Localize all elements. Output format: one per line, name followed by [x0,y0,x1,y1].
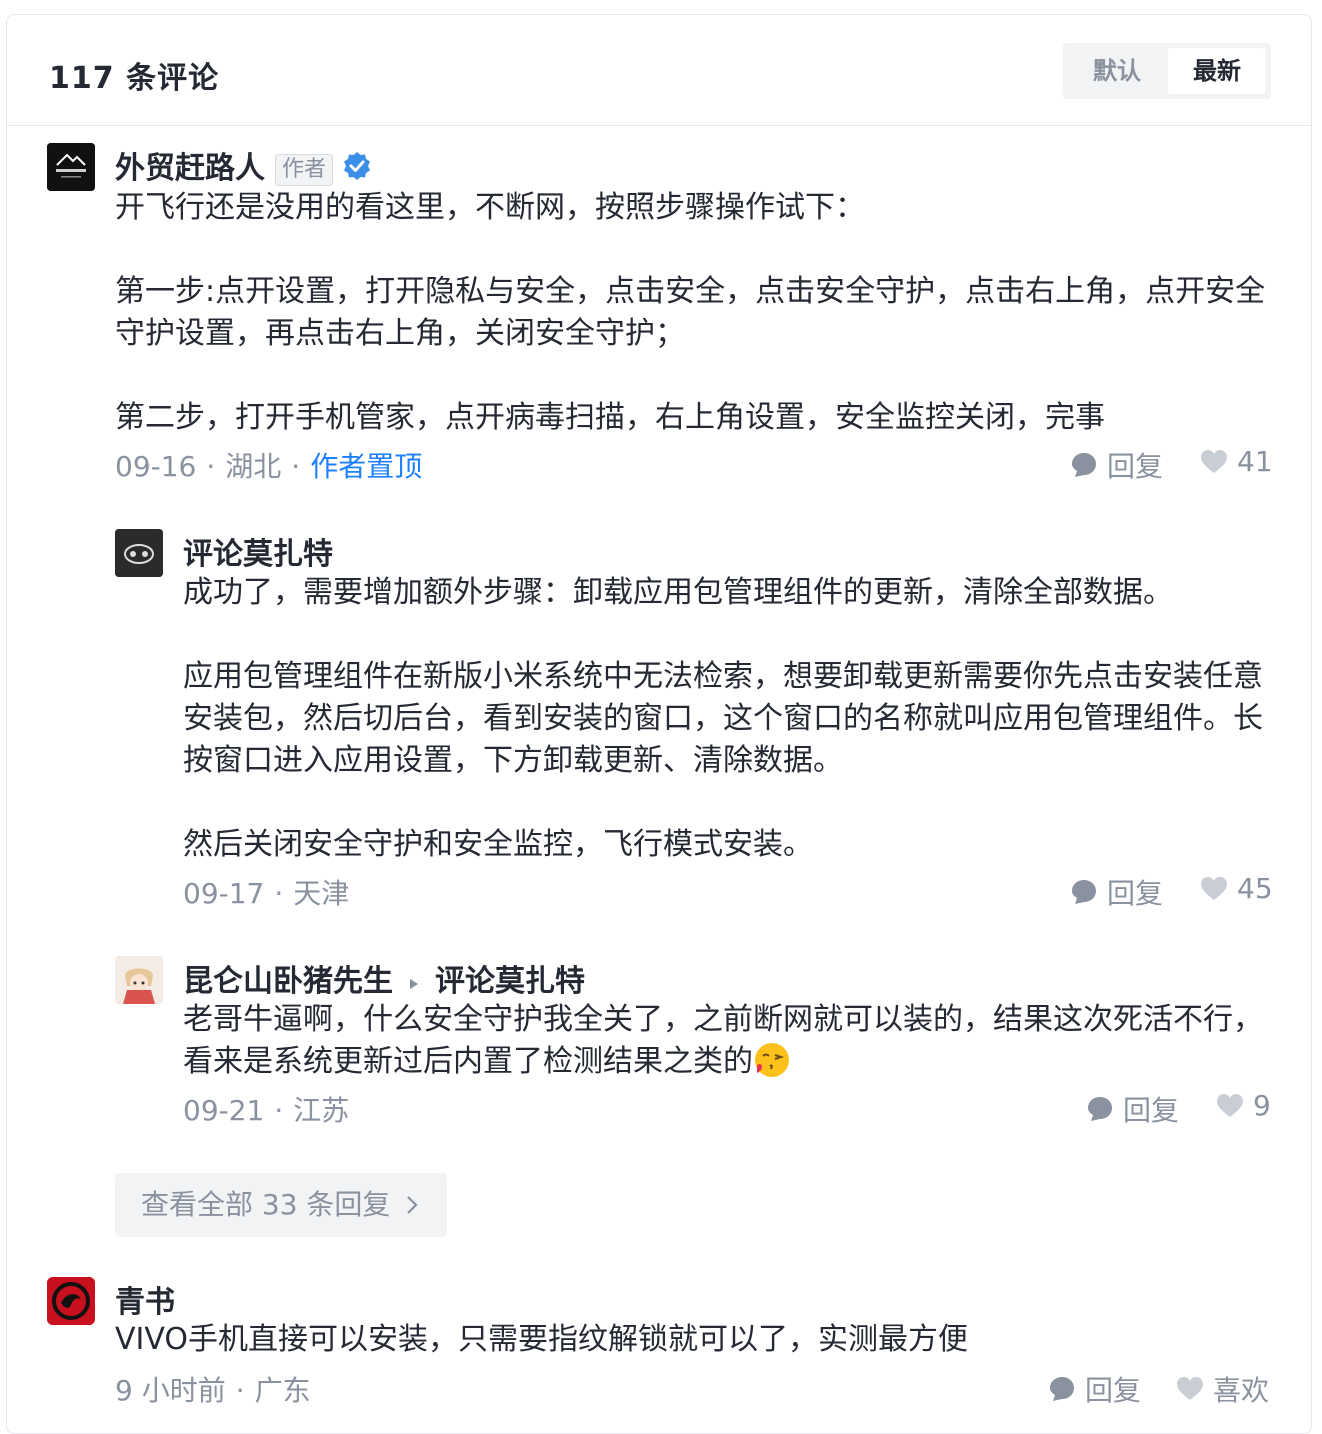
like-count: 9 [1253,1089,1271,1122]
comment-date: 9 小时前 [115,1374,226,1407]
separator-dot: · [274,877,284,910]
comment-date: 09-17 [183,877,265,910]
avatar[interactable] [115,529,163,577]
comment-content: 老哥牛逼啊，什么安全守护我全关了，之前断网就可以装的，结果这次死活不行，看来是系… [183,999,1275,1083]
reply-bubble-icon [1050,1377,1074,1401]
separator-dot: · [274,1094,284,1127]
comment-author-name[interactable]: 青书 [115,1277,175,1321]
comment-content: 开飞行还是没用的看这里，不断网，按照步骤操作试下： 第一步:点开设置，打开隐私与… [115,190,1266,435]
like-button[interactable]: 9 [1215,1089,1271,1122]
comment-author-name[interactable]: 评论莫扎特 [183,529,333,573]
dragon-emblem-icon [47,1277,95,1325]
comment-content: 成功了，需要增加额外步骤：卸载应用包管理组件的更新，清除全部数据。 应用包管理组… [183,575,1263,862]
view-all-label: 查看全部 33 条回复 [141,1188,391,1221]
comment-meta: 09-21 · 江苏 [183,1089,349,1129]
verified-icon [341,150,373,190]
comment-location: 江苏 [293,1094,350,1127]
separator-dot: · [291,450,301,483]
anime-avatar-icon [115,956,163,1004]
comment-date: 09-21 [183,1094,265,1127]
comment-meta: 09-17 · 天津 [183,872,349,912]
reply-label: 回复 [1085,1374,1142,1407]
like-count: 41 [1237,445,1273,478]
heart-icon [1217,1093,1243,1117]
reply-button[interactable]: 回复 [1047,1369,1141,1409]
chevron-right-icon [407,1196,418,1214]
like-count: 45 [1237,872,1273,905]
avatar[interactable] [47,1277,95,1325]
heart-icon [1177,1377,1203,1400]
reply-bubble-icon [1072,453,1096,477]
sort-tab-default[interactable]: 默认 [1068,48,1166,94]
comment-date: 09-16 [115,450,197,483]
comment-location: 天津 [293,877,350,910]
author-badge: 作者 [275,153,334,186]
comments-card: 117 条评论 默认 最新 外贸赶路人 作者 开飞行还是没用的看这里，不断网，按照… [6,14,1312,1434]
comment-count-title: 117 条评论 [49,61,220,96]
comment-meta: 9 小时前 · 广东 [115,1369,311,1409]
reply-label: 回复 [1123,1094,1180,1127]
comment-author-name[interactable]: 昆仑山卧猪先生 [183,964,393,999]
comment-meta: 09-16 · 湖北 · 作者置顶 [115,445,422,485]
sort-tabs: 默认 最新 [1063,43,1271,99]
comment-author-name[interactable]: 外贸赶路人 [115,151,265,186]
kiss-emoji-icon [755,1043,789,1077]
avatar[interactable] [115,956,163,1004]
reply-label: 回复 [1107,450,1164,483]
comment-location: 广东 [254,1374,311,1407]
reply-button[interactable]: 回复 [1069,445,1163,485]
separator-dot: · [206,450,216,483]
reply-button[interactable]: 回复 [1069,872,1163,912]
reply-arrow-icon [407,965,421,1000]
like-button[interactable]: 41 [1199,445,1273,478]
reply-bubble-icon [1088,1097,1112,1121]
comment-content: VIVO手机直接可以安装，只需要指纹解锁就可以了，实测最方便 [115,1322,968,1357]
reply-button[interactable]: 回复 [1085,1089,1179,1129]
avatar[interactable] [47,143,95,191]
comment-text: 老哥牛逼啊，什么安全守护我全关了，之前断网就可以装的，结果这次死活不行，看来是系… [183,1002,1263,1079]
sort-tab-latest[interactable]: 最新 [1168,48,1266,94]
comments-header: 117 条评论 默认 最新 [7,15,1311,126]
like-button[interactable]: 喜欢 [1175,1369,1269,1409]
reply-label: 回复 [1107,877,1164,910]
mask-avatar-icon [115,529,163,577]
like-button[interactable]: 45 [1199,872,1273,905]
reply-bubble-icon [1072,880,1096,904]
view-all-replies-button[interactable]: 查看全部 33 条回复 [115,1173,447,1237]
comment-location: 湖北 [225,450,282,483]
comment-author-line: 外贸赶路人 作者 [115,143,373,190]
comment-author-line: 昆仑山卧猪先生 评论莫扎特 [183,956,585,1000]
separator-dot: · [235,1374,245,1407]
pinned-label: 作者置顶 [310,450,423,483]
heart-icon [1201,449,1227,473]
reply-to-name[interactable]: 评论莫扎特 [435,964,585,999]
heart-icon [1201,876,1227,900]
mountain-logo-icon [47,143,95,191]
like-label: 喜欢 [1213,1374,1270,1407]
